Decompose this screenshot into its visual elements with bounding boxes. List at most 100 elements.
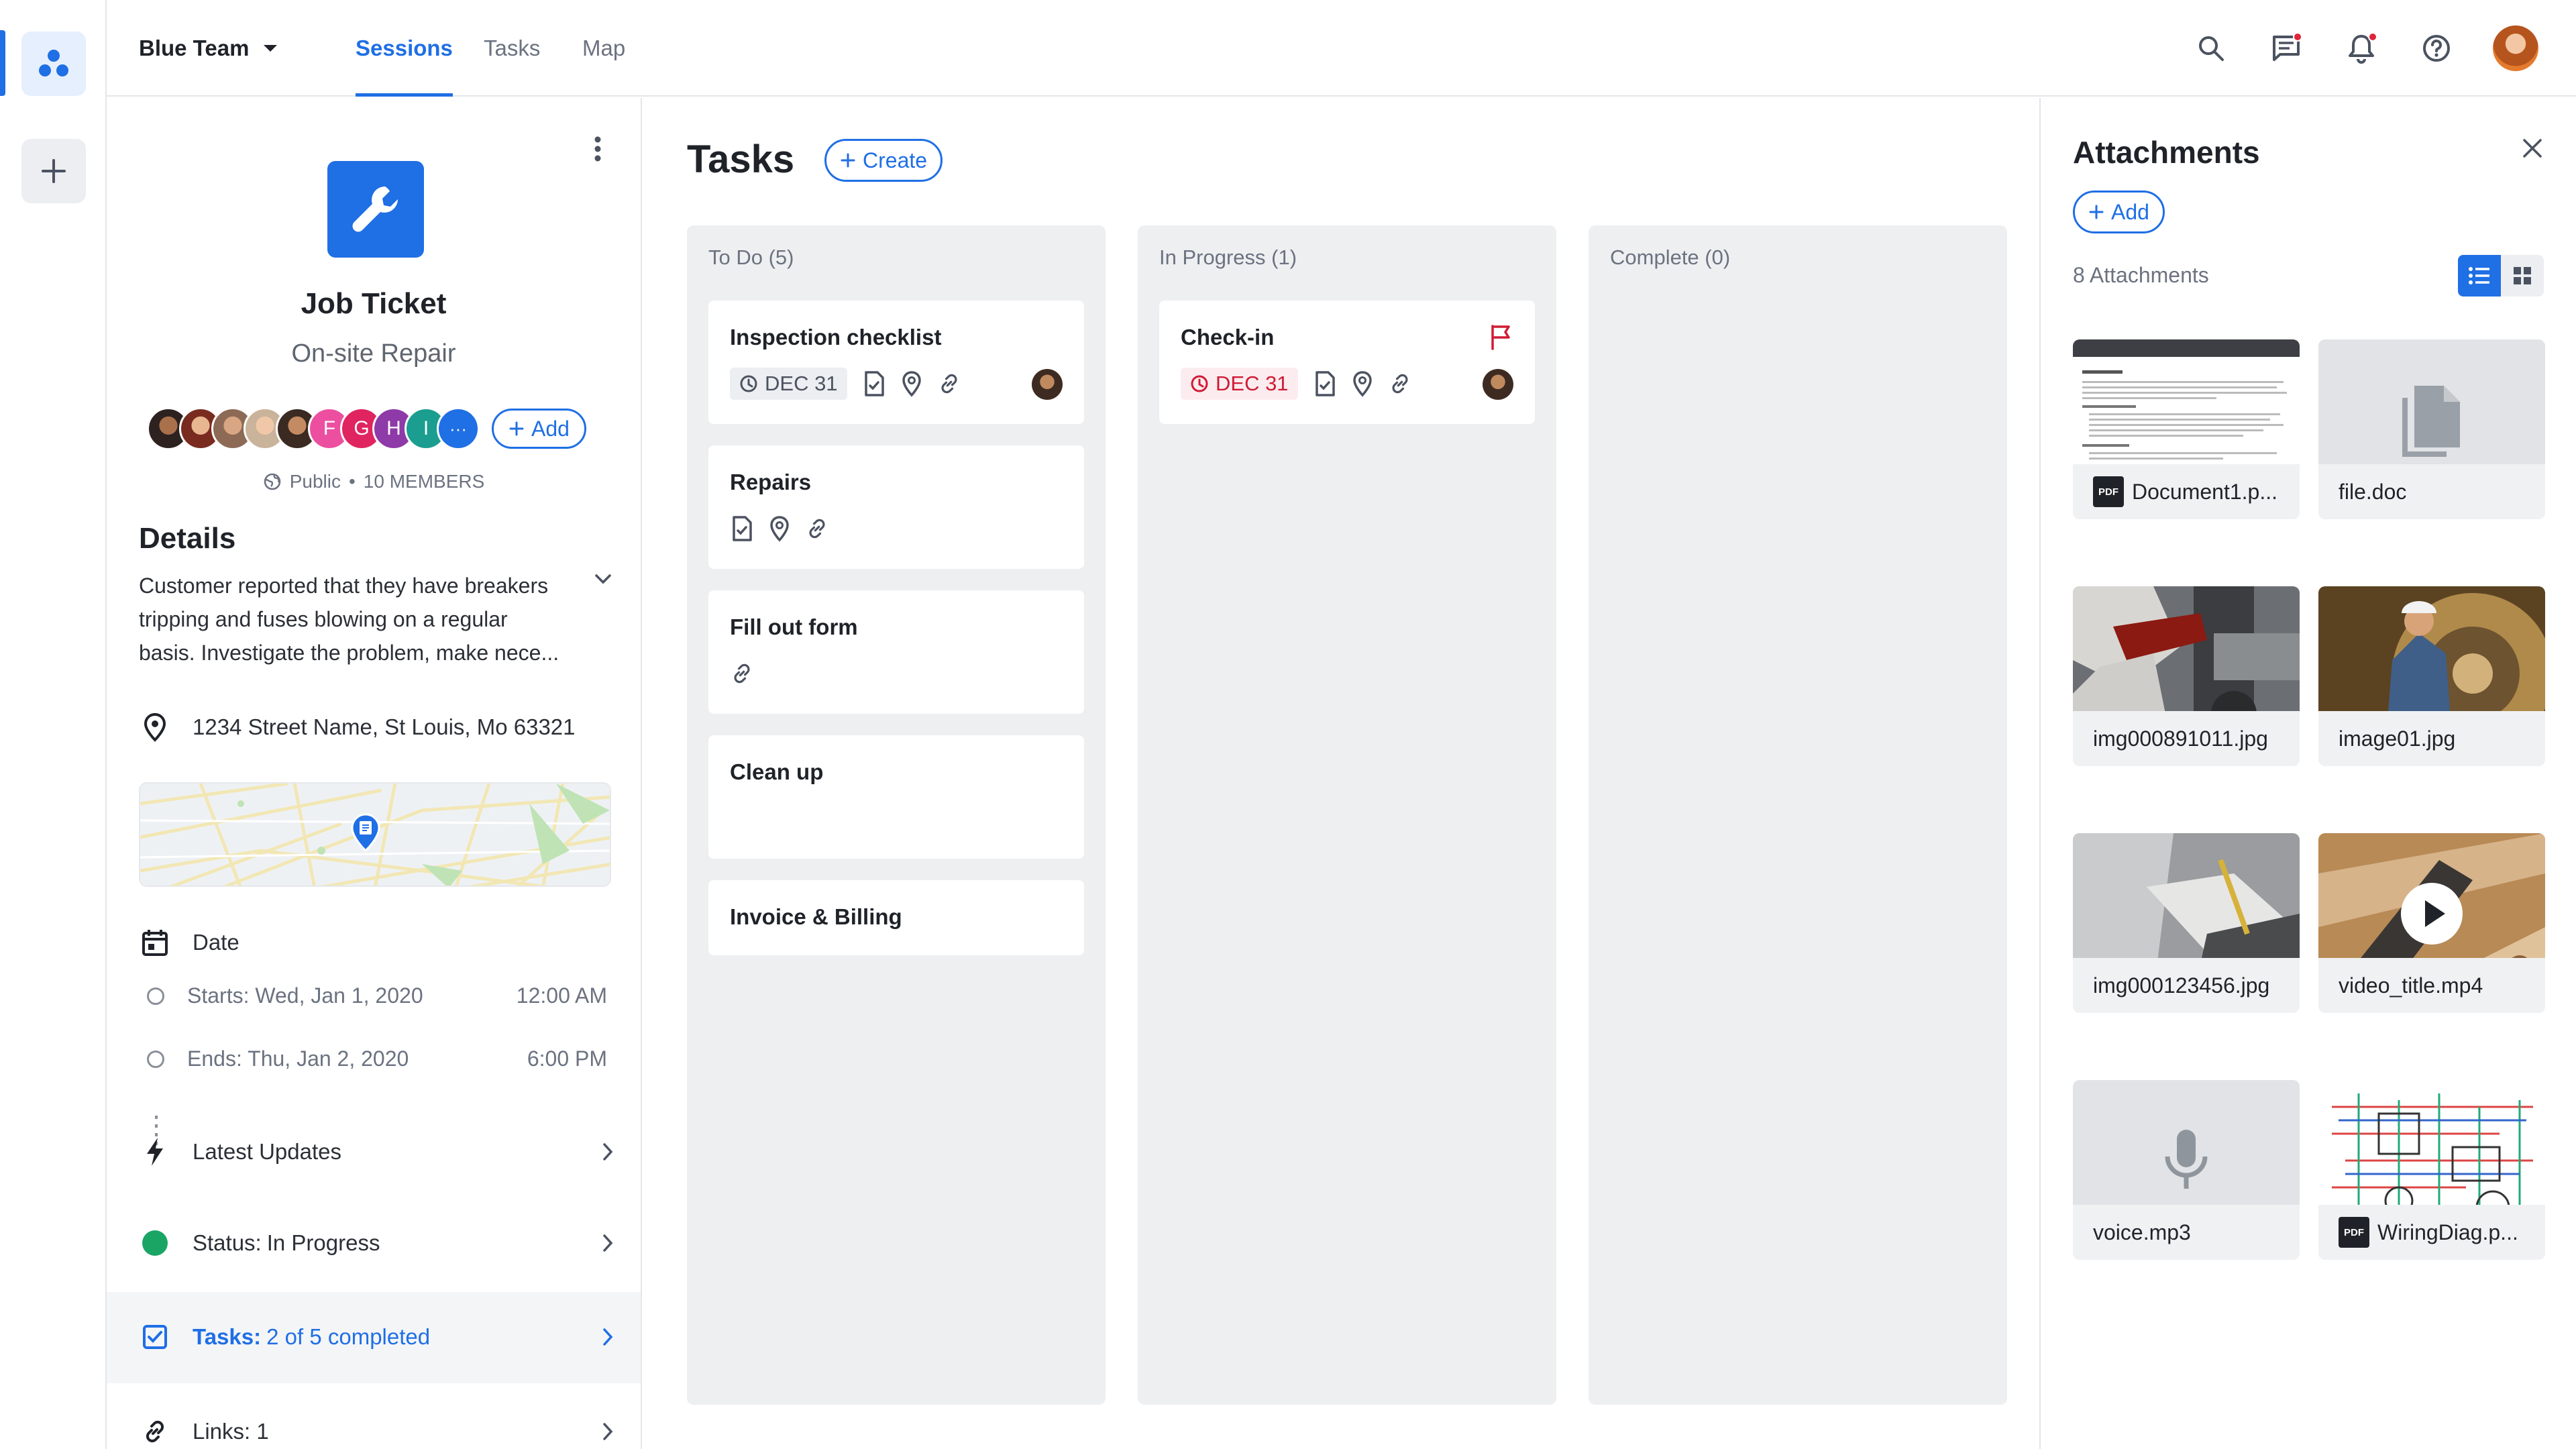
map-marker-icon[interactable] (350, 813, 382, 853)
latest-updates-row[interactable]: Latest Updates (139, 1136, 614, 1167)
latest-updates-label: Latest Updates (193, 1139, 341, 1164)
attachment-tile[interactable]: img000123456.jpg (2073, 833, 2300, 1013)
more-options-button[interactable] (594, 136, 602, 162)
create-task-button[interactable]: Create (824, 139, 943, 182)
date-row: Date (139, 928, 614, 957)
flag-icon (1489, 323, 1513, 350)
chevron-right-icon (602, 1327, 614, 1347)
list-view-button[interactable] (2458, 255, 2501, 297)
task-meta (730, 657, 754, 690)
location-map[interactable] (139, 782, 611, 887)
ticket-type-badge (327, 161, 424, 258)
notifications-button[interactable] (2343, 30, 2380, 67)
play-icon[interactable] (2400, 881, 2464, 946)
column-header: In Progress (1) (1159, 246, 1297, 269)
grid-view-button[interactable] (2501, 255, 2544, 297)
attachment-name: file.doc (2339, 479, 2407, 504)
team-selector[interactable]: Blue Team (139, 31, 278, 66)
column-header: Complete (0) (1610, 246, 1731, 269)
tab-tasks[interactable]: Tasks (484, 0, 540, 97)
help-button[interactable] (2418, 30, 2455, 67)
close-icon (2521, 137, 2544, 160)
attachment-name: video_title.mp4 (2339, 973, 2483, 998)
link-icon (139, 1418, 171, 1445)
view-toggle (2458, 255, 2544, 297)
task-card[interactable]: Fill out form (708, 590, 1084, 714)
top-bar: Blue Team Sessions Tasks Map (107, 0, 2576, 97)
task-card[interactable]: Inspection checklist DEC 31 (708, 301, 1084, 424)
column-complete: Complete (0) (1589, 225, 2007, 1405)
close-attachments-button[interactable] (2521, 137, 2544, 160)
visibility-info: Public • 10 MEMBERS (107, 471, 641, 492)
link-icon (937, 372, 961, 396)
checklist-icon (862, 370, 886, 397)
status-row[interactable]: Status: In Progress (139, 1230, 614, 1256)
task-meta: DEC 31 (730, 368, 961, 400)
attachment-label: img000123456.jpg (2073, 958, 2300, 1013)
rail-add-button[interactable] (21, 139, 86, 203)
attachments-count: 8 Attachments (2073, 263, 2209, 287)
plus-icon (508, 421, 525, 437)
attachment-name: WiringDiag.p... (2377, 1220, 2518, 1244)
attachment-name: img000891011.jpg (2093, 726, 2268, 751)
task-card[interactable]: Repairs (708, 445, 1084, 569)
attachment-label: file.doc (2318, 464, 2545, 519)
more-members: ··· (437, 407, 480, 450)
attachment-tile[interactable]: file.doc (2318, 339, 2545, 519)
search-button[interactable] (2192, 30, 2230, 67)
attachment-tile[interactable]: image01.jpg (2318, 586, 2545, 766)
task-title: Check-in (1181, 325, 1275, 350)
chevron-right-icon (602, 1421, 614, 1442)
tasks-prefix: Tasks: (193, 1324, 262, 1349)
tasks-row[interactable]: Tasks: 2 of 5 completed (139, 1324, 614, 1350)
lightning-icon (139, 1136, 171, 1167)
member-avatars[interactable]: F G H I ··· (147, 407, 480, 450)
location-pin-icon (901, 370, 922, 397)
attachment-label: PDF Document1.p... (2073, 464, 2300, 519)
microphone-icon (2162, 1127, 2210, 1194)
attachment-tile[interactable]: PDF WiringDiag.p... (2318, 1080, 2545, 1260)
attachment-name: voice.mp3 (2093, 1220, 2191, 1244)
wrench-icon (347, 181, 404, 237)
search-icon (2196, 34, 2226, 63)
chat-button[interactable] (2267, 30, 2305, 67)
add-attachment-button[interactable]: Add (2073, 191, 2165, 233)
plus-icon (840, 152, 856, 168)
location-pin-icon (139, 712, 171, 742)
expand-description-button[interactable] (594, 573, 612, 585)
add-member-button[interactable]: Add (492, 409, 586, 449)
attachment-tile[interactable]: video_title.mp4 (2318, 833, 2545, 1013)
task-title: Repairs (730, 470, 812, 494)
link-icon (1388, 372, 1412, 396)
column-header: To Do (5) (708, 246, 794, 269)
column-in-progress: In Progress (1) Check-in DEC 31 (1138, 225, 1556, 1405)
attachment-tile[interactable]: img000891011.jpg (2073, 586, 2300, 766)
task-card[interactable]: Clean up (708, 735, 1084, 859)
chat-notification-dot (2293, 32, 2302, 42)
tab-map[interactable]: Map (582, 0, 625, 97)
tab-sessions[interactable]: Sessions (356, 0, 453, 97)
attachments-panel: Attachments Add 8 Attachments PDF Docume… (2039, 98, 2576, 1449)
rail-app-button[interactable] (21, 32, 86, 96)
checklist-icon (1313, 370, 1337, 397)
attachment-tile[interactable]: voice.mp3 (2073, 1080, 2300, 1260)
attachment-name: image01.jpg (2339, 726, 2456, 751)
chevron-right-icon (602, 1142, 614, 1162)
attachment-tile[interactable]: PDF Document1.p... (2073, 339, 2300, 519)
help-icon (2422, 34, 2451, 63)
user-avatar[interactable] (2493, 25, 2538, 71)
location-pin-icon (769, 515, 790, 542)
task-meta (730, 513, 829, 545)
date-label: Date (193, 930, 239, 955)
caret-down-icon (262, 44, 278, 53)
address-row: 1234 Street Name, St Louis, Mo 63321 (139, 712, 614, 742)
status-value: In Progress (266, 1230, 380, 1255)
links-row[interactable]: Links: 1 (139, 1418, 614, 1445)
start-marker (147, 987, 164, 1005)
task-card[interactable]: Invoice & Billing (708, 880, 1084, 955)
task-card[interactable]: Check-in DEC 31 (1159, 301, 1535, 424)
checkbox-checked-icon (139, 1324, 171, 1350)
kebab-menu-icon (594, 136, 602, 162)
start-date-row: Starts: Wed, Jan 1, 2020 12:00 AM (139, 983, 614, 1008)
assignee-avatar (1483, 369, 1513, 400)
